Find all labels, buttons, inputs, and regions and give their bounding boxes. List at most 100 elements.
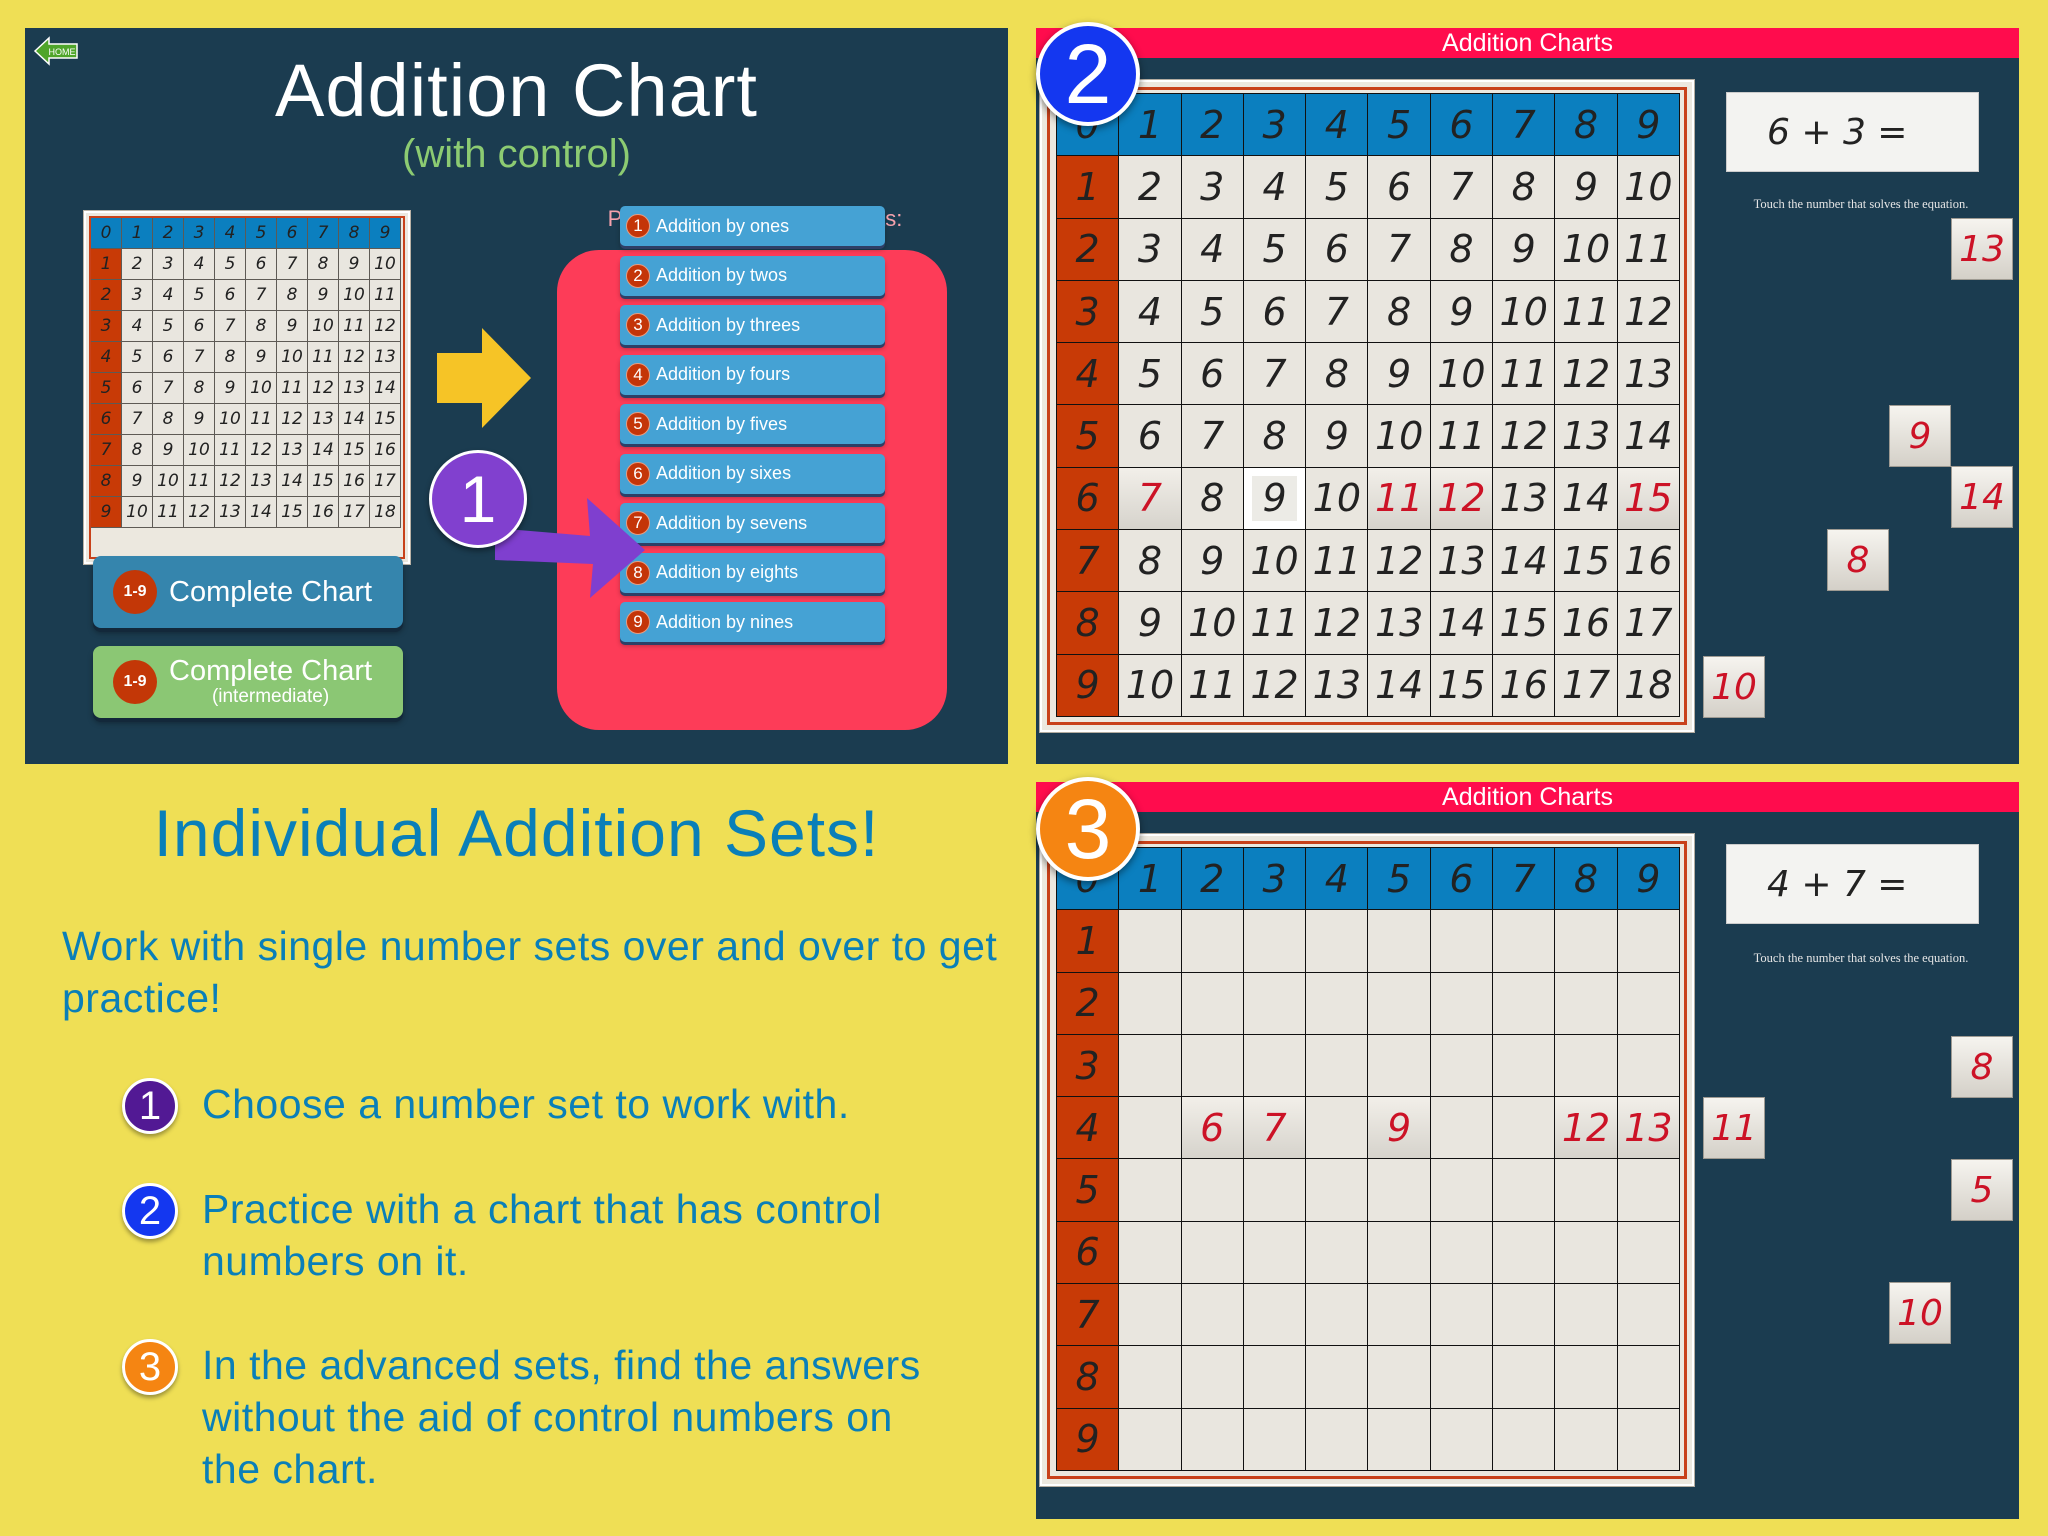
step-text: Practice with a chart that has control n…	[202, 1186, 882, 1284]
sum-cell: 12	[184, 497, 215, 528]
step-item: 2 Practice with a chart that has control…	[122, 1183, 1022, 1287]
answer-tile[interactable]: 13	[1951, 218, 2013, 280]
set-button-7[interactable]: 7 Addition by sevens	[620, 503, 885, 543]
feature-intro: Work with single number sets over and ov…	[62, 923, 998, 1021]
sum-cell	[1617, 972, 1680, 1035]
column-header-cell: 8	[339, 218, 370, 249]
answer-tile[interactable]: 11	[1703, 1097, 1765, 1159]
sum-cell: 9	[1493, 218, 1556, 281]
sum-cell	[1119, 972, 1182, 1035]
sum-cell: 8	[1243, 405, 1307, 468]
sum-cell: 11	[1430, 405, 1494, 468]
sum-cell	[1555, 1159, 1618, 1222]
sum-cell	[1493, 910, 1556, 973]
sum-cell: 11	[1306, 530, 1369, 593]
sum-cell	[1555, 910, 1618, 973]
sum-cell: 15	[1555, 530, 1618, 593]
set-button-1[interactable]: 1 Addition by ones	[620, 206, 885, 246]
sum-cell	[1555, 1221, 1618, 1285]
range-badge: 1-9	[113, 570, 157, 614]
sum-cell	[1368, 1284, 1431, 1347]
sum-cell: 10	[1119, 654, 1182, 717]
answer-tile[interactable]: 9	[1889, 405, 1951, 467]
row-header-cell: 7	[1057, 1284, 1120, 1347]
sum-cell: 11	[1243, 592, 1307, 655]
step-2-badge: 2	[1036, 22, 1140, 126]
target-cell[interactable]: 9	[1243, 467, 1307, 531]
sum-cell: 15	[277, 497, 308, 528]
sum-cell: 4	[122, 311, 153, 342]
complete-chart-label: Complete Chart	[169, 576, 373, 608]
sum-cell: 9	[215, 373, 246, 404]
set-number-badge: 2	[626, 263, 650, 288]
sum-cell: 12	[308, 373, 339, 404]
sum-cell: 3	[153, 249, 184, 280]
sum-cell: 7	[1306, 280, 1369, 344]
sum-cell	[1555, 1346, 1618, 1409]
column-header-cell: 6	[277, 218, 308, 249]
step-3-badge: 3	[1036, 777, 1140, 881]
sum-cell: 10	[1181, 592, 1244, 655]
column-header-cell: 5	[1368, 848, 1431, 911]
sum-cell	[1493, 1034, 1556, 1098]
sum-cell: 10	[153, 466, 184, 497]
sum-cell: 5	[153, 311, 184, 342]
sum-cell: 13	[370, 342, 401, 373]
answer-tile[interactable]: 8	[1827, 529, 1889, 591]
answer-tile[interactable]: 10	[1889, 1282, 1951, 1344]
placed-answer-cell: 9	[1368, 1097, 1431, 1160]
column-header-cell: 3	[184, 218, 215, 249]
answer-tile[interactable]: 14	[1951, 466, 2013, 528]
set-button-6[interactable]: 6 Addition by sixes	[620, 453, 885, 494]
column-header-cell: 7	[308, 218, 339, 249]
placed-answer-cell: 7	[1119, 467, 1182, 531]
sum-cell	[1368, 1159, 1431, 1222]
row-header-cell: 5	[91, 373, 122, 404]
sum-cell: 17	[1555, 654, 1618, 717]
sum-cell: 10	[277, 342, 308, 373]
row-header-cell: 5	[1057, 1159, 1120, 1222]
sum-cell: 9	[153, 435, 184, 466]
sum-cell: 10	[339, 280, 370, 311]
sum-cell	[1493, 1408, 1556, 1471]
sum-cell: 7	[1430, 156, 1494, 219]
step-text: Choose a number set to work with.	[202, 1081, 850, 1127]
equation-display: 6 + 3 =	[1726, 92, 1979, 172]
sum-cell: 15	[1493, 592, 1556, 655]
answer-tile[interactable]: 5	[1951, 1159, 2013, 1221]
complete-chart-button[interactable]: 1-9 Complete Chart	[93, 556, 403, 628]
sum-cell: 9	[1119, 592, 1182, 655]
answer-tile[interactable]: 10	[1703, 656, 1765, 718]
chart-preview-grid: 0 1 2 3 4 5 6 7 8 9 1 2 3 4 5 6 7 8 9 10 2 3 4 5 6 7 8 9 10 11 3 4 5 6 7 8 9…	[91, 218, 401, 528]
set-button-4[interactable]: 4 Addition by fours	[620, 354, 885, 395]
set-button-8[interactable]: 8 Addition by eights	[620, 552, 885, 593]
sum-cell: 8	[122, 435, 153, 466]
sum-cell	[1181, 1221, 1244, 1285]
column-header-cell: 8	[1555, 848, 1618, 911]
column-header-cell: 2	[153, 218, 184, 249]
sum-cell	[1430, 1221, 1494, 1285]
placed-answer-cell: 12	[1555, 1097, 1618, 1160]
row-header-cell: 1	[1057, 156, 1120, 219]
set-button-9[interactable]: 9 Addition by nines	[620, 602, 885, 642]
set-button-2[interactable]: 2 Addition by twos	[620, 255, 885, 296]
column-header-cell: 3	[1243, 94, 1307, 157]
set-button-5[interactable]: 5 Addition by fives	[620, 404, 885, 444]
sum-cell: 14	[1617, 405, 1680, 468]
practice-with-control-screen: Addition Charts 012345678912345678910234…	[1036, 28, 2019, 764]
sum-cell: 16	[308, 497, 339, 528]
complete-chart-intermediate-button[interactable]: 1-9 Complete Chart (intermediate)	[93, 646, 403, 718]
sum-cell	[1555, 1034, 1618, 1098]
sum-cell: 8	[1368, 280, 1431, 344]
set-number-badge: 1	[626, 214, 650, 238]
step-item: 1 Choose a number set to work with.	[122, 1078, 1022, 1134]
row-header-cell: 3	[91, 311, 122, 342]
answer-tile[interactable]: 8	[1951, 1036, 2013, 1098]
set-button-3[interactable]: 3 Addition by threes	[620, 305, 885, 345]
row-header-cell: 2	[1057, 218, 1120, 281]
sum-cell	[1119, 1097, 1182, 1160]
sum-cell: 9	[1181, 530, 1244, 593]
sum-cell: 11	[370, 280, 401, 311]
practice-without-control-screen: Addition Charts 012345678912346791213567…	[1036, 782, 2019, 1519]
sum-cell: 6	[1368, 156, 1431, 219]
